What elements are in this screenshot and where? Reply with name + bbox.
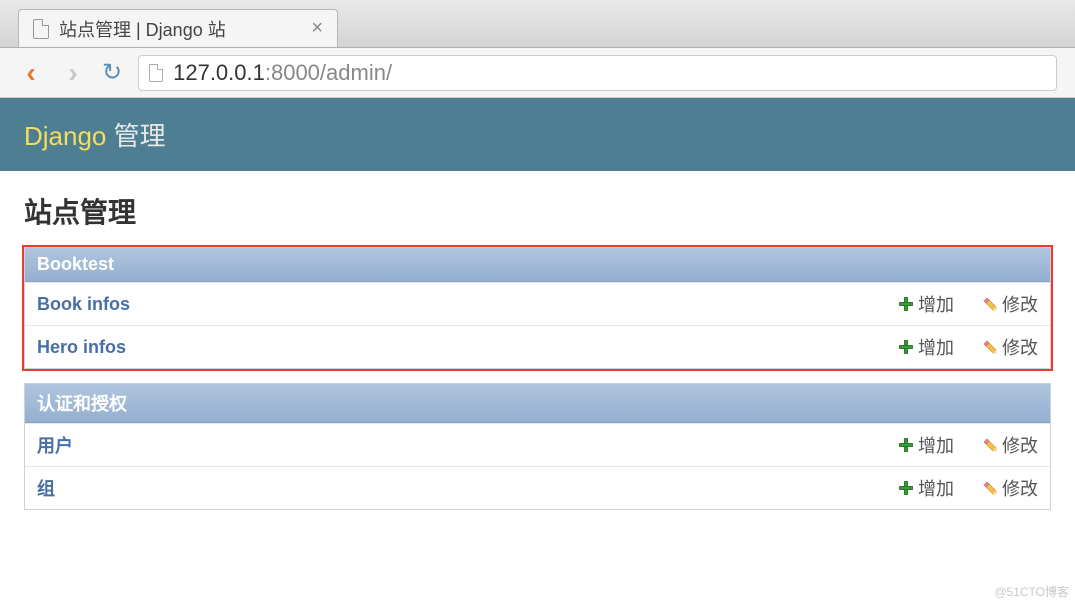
change-link[interactable]: 修改	[982, 432, 1038, 458]
add-label: 增加	[918, 475, 954, 501]
model-row: Hero infos 增加 修改	[25, 325, 1050, 368]
content-area: 站点管理 Booktest Book infos 增加 修改 Hero info…	[0, 171, 1075, 544]
model-row: 用户 增加 修改	[25, 423, 1050, 466]
browser-tab-strip: 站点管理 | Django 站 ×	[0, 0, 1075, 48]
plus-icon	[898, 339, 914, 355]
pencil-icon	[982, 339, 998, 355]
change-label: 修改	[1002, 475, 1038, 501]
model-row: Book infos 增加 修改	[25, 282, 1050, 325]
page-icon	[149, 64, 163, 82]
change-link[interactable]: 修改	[982, 475, 1038, 501]
add-label: 增加	[918, 291, 954, 317]
page-title: 站点管理	[24, 191, 1051, 231]
module-auth: 认证和授权 用户 增加 修改 组 增加	[24, 383, 1051, 510]
browser-toolbar: ‹ › ↻ 127.0.0.1:8000/admin/	[0, 48, 1075, 98]
pencil-icon	[982, 437, 998, 453]
tab-title: 站点管理 | Django 站	[59, 16, 226, 42]
change-link[interactable]: 修改	[982, 291, 1038, 317]
change-label: 修改	[1002, 291, 1038, 317]
close-icon[interactable]: ×	[311, 17, 323, 40]
add-link[interactable]: 增加	[898, 334, 954, 360]
django-header: Django 管理	[0, 98, 1075, 171]
model-row: 组 增加 修改	[25, 466, 1050, 509]
change-link[interactable]: 修改	[982, 334, 1038, 360]
model-link-book-infos[interactable]: Book infos	[37, 294, 898, 315]
forward-button: ›	[60, 60, 86, 86]
watermark: @51CTO博客	[994, 583, 1069, 600]
browser-tab[interactable]: 站点管理 | Django 站 ×	[18, 9, 338, 47]
reload-button[interactable]: ↻	[102, 58, 122, 87]
model-link-users[interactable]: 用户	[37, 432, 898, 458]
back-button[interactable]: ‹	[18, 60, 44, 86]
module-caption[interactable]: Booktest	[25, 248, 1050, 282]
model-link-groups[interactable]: 组	[37, 475, 898, 501]
row-actions: 增加 修改	[898, 334, 1038, 360]
model-link-hero-infos[interactable]: Hero infos	[37, 337, 898, 358]
url-path: :8000/admin/	[265, 60, 392, 85]
row-actions: 增加 修改	[898, 475, 1038, 501]
pencil-icon	[982, 480, 998, 496]
url-text: 127.0.0.1:8000/admin/	[173, 60, 392, 86]
url-host: 127.0.0.1	[173, 60, 265, 85]
module-booktest: Booktest Book infos 增加 修改 Hero infos 增加	[24, 247, 1051, 369]
module-caption[interactable]: 认证和授权	[25, 384, 1050, 423]
add-link[interactable]: 增加	[898, 432, 954, 458]
add-label: 增加	[918, 334, 954, 360]
plus-icon	[898, 437, 914, 453]
row-actions: 增加 修改	[898, 291, 1038, 317]
plus-icon	[898, 480, 914, 496]
row-actions: 增加 修改	[898, 432, 1038, 458]
pencil-icon	[982, 296, 998, 312]
brand-title: Django 管理	[24, 116, 1051, 153]
page-icon	[33, 19, 49, 39]
change-label: 修改	[1002, 334, 1038, 360]
plus-icon	[898, 296, 914, 312]
add-link[interactable]: 增加	[898, 291, 954, 317]
add-label: 增加	[918, 432, 954, 458]
brand-prefix: Django	[24, 121, 106, 151]
add-link[interactable]: 增加	[898, 475, 954, 501]
address-bar[interactable]: 127.0.0.1:8000/admin/	[138, 55, 1057, 91]
change-label: 修改	[1002, 432, 1038, 458]
brand-suffix: 管理	[106, 121, 165, 151]
